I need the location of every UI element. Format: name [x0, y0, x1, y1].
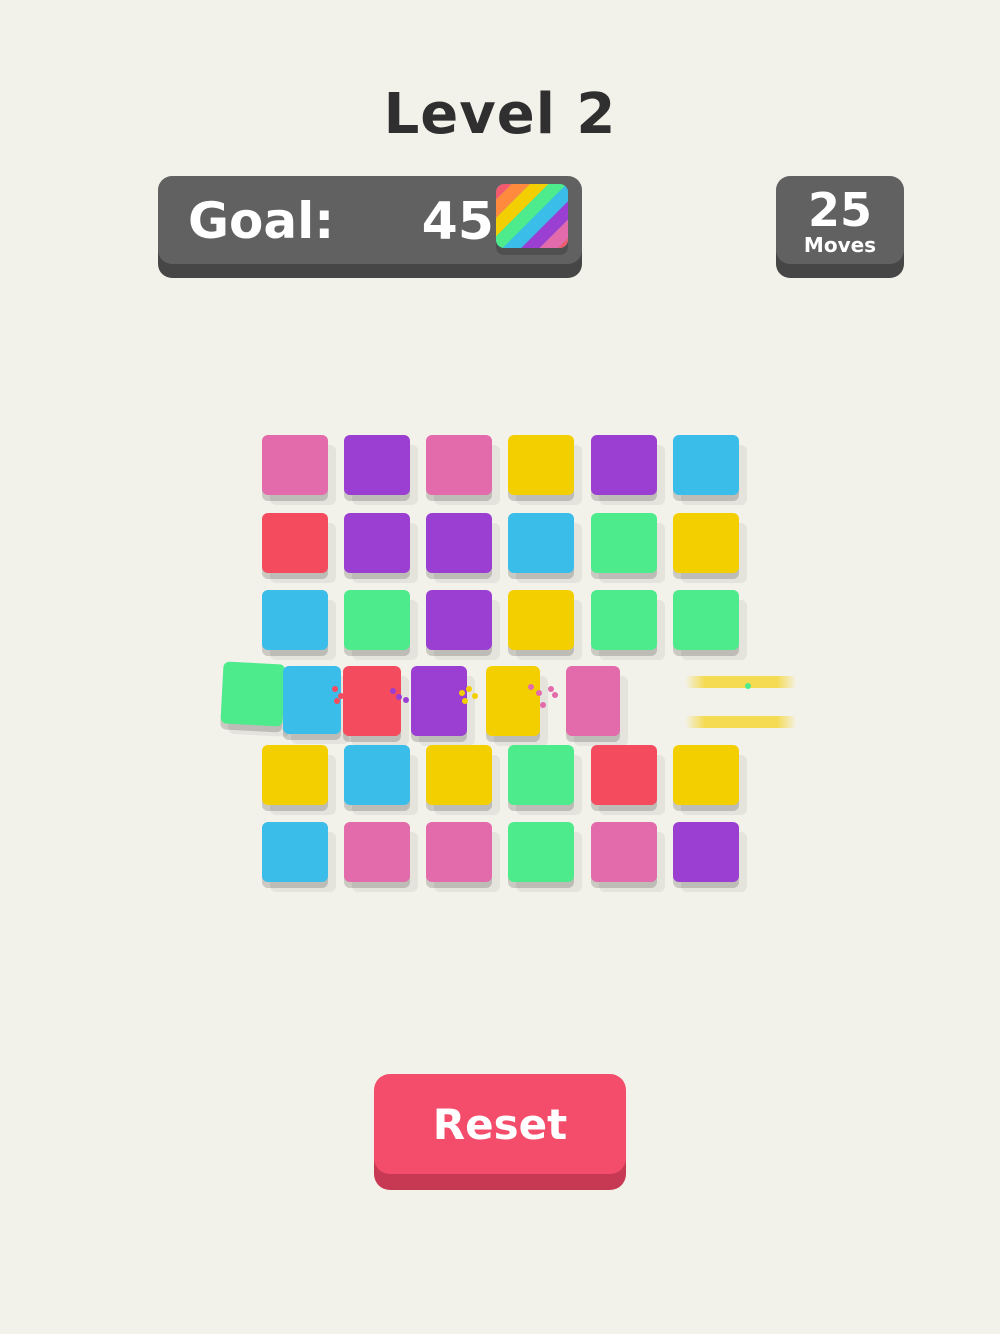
- paint-particle: [745, 683, 751, 689]
- tile-red[interactable]: [343, 666, 401, 736]
- paint-particle: [396, 694, 402, 700]
- tile-yellow[interactable]: [508, 435, 574, 495]
- paint-particle: [462, 698, 468, 704]
- paint-particle: [466, 686, 472, 692]
- tile-green[interactable]: [591, 513, 657, 573]
- paint-particle: [552, 692, 558, 698]
- tile-blue[interactable]: [508, 513, 574, 573]
- paint-particle: [528, 684, 534, 690]
- tile-red[interactable]: [591, 745, 657, 805]
- tile-purple[interactable]: [344, 513, 410, 573]
- tile-yellow[interactable]: [426, 745, 492, 805]
- tile-purple[interactable]: [591, 435, 657, 495]
- tile-purple[interactable]: [673, 822, 739, 882]
- tile-pink[interactable]: [566, 666, 620, 736]
- paint-particle: [459, 690, 465, 696]
- tile-blue[interactable]: [262, 590, 328, 650]
- tile-purple[interactable]: [411, 666, 467, 736]
- tile-blue[interactable]: [262, 822, 328, 882]
- paint-particle: [540, 702, 546, 708]
- motion-trail: [685, 676, 797, 688]
- tile-purple[interactable]: [426, 590, 492, 650]
- tile-blue[interactable]: [344, 745, 410, 805]
- tile-green[interactable]: [220, 661, 286, 727]
- paint-particle: [403, 697, 409, 703]
- paint-particle: [472, 693, 478, 699]
- tile-pink[interactable]: [262, 435, 328, 495]
- tile-yellow[interactable]: [262, 745, 328, 805]
- tile-green[interactable]: [344, 590, 410, 650]
- paint-particle: [548, 686, 554, 692]
- tile-yellow[interactable]: [673, 745, 739, 805]
- tile-pink[interactable]: [426, 822, 492, 882]
- tile-yellow[interactable]: [673, 513, 739, 573]
- tile-purple[interactable]: [426, 513, 492, 573]
- paint-particle: [390, 688, 396, 694]
- tile-green[interactable]: [508, 822, 574, 882]
- tile-yellow[interactable]: [508, 590, 574, 650]
- paint-particle: [334, 698, 340, 704]
- tile-yellow[interactable]: [486, 666, 540, 736]
- tile-blue[interactable]: [673, 435, 739, 495]
- reset-button[interactable]: Reset: [374, 1074, 626, 1174]
- paint-particle: [536, 690, 542, 696]
- tile-red[interactable]: [262, 513, 328, 573]
- tile-blue[interactable]: [283, 666, 341, 734]
- tile-pink[interactable]: [591, 822, 657, 882]
- tile-green[interactable]: [591, 590, 657, 650]
- paint-particle: [332, 686, 338, 692]
- tile-pink[interactable]: [426, 435, 492, 495]
- tile-green[interactable]: [673, 590, 739, 650]
- motion-trail: [685, 716, 797, 728]
- tile-green[interactable]: [508, 745, 574, 805]
- tile-pink[interactable]: [344, 822, 410, 882]
- tile-purple[interactable]: [344, 435, 410, 495]
